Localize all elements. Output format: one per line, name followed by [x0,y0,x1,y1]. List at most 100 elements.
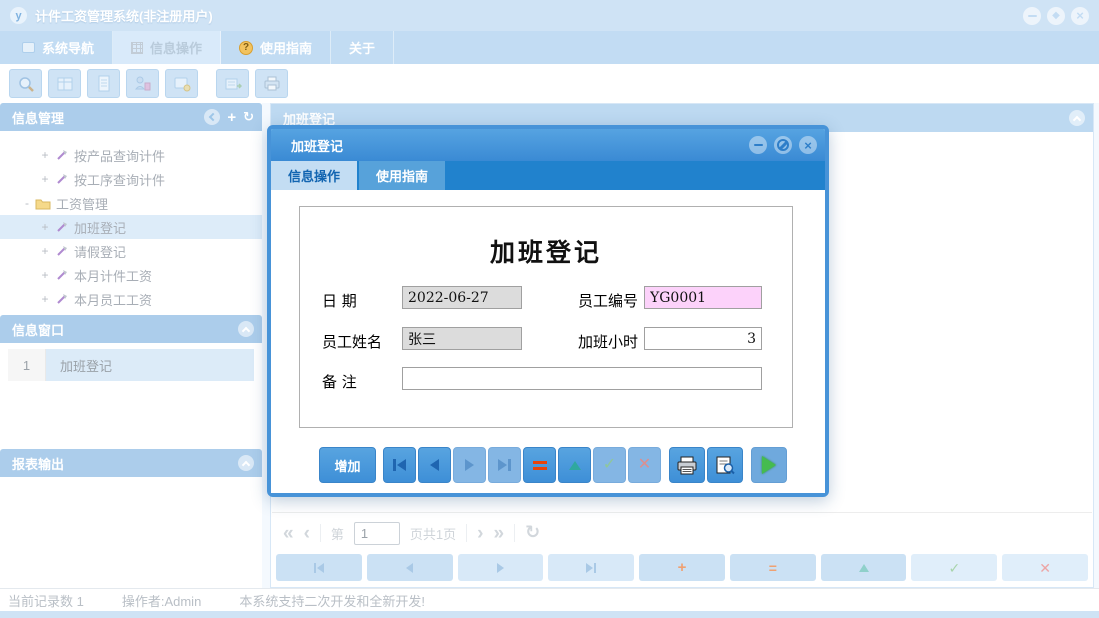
tab-user-guide[interactable]: ? 使用指南 [221,31,331,64]
info-window-row[interactable]: 1 加班登记 [8,349,254,381]
last-icon [586,563,593,573]
play-icon [762,456,776,474]
tab-system-nav[interactable]: 系统导航 [4,31,113,64]
next-icon [497,563,504,573]
expand-icon[interactable]: + [38,148,52,162]
collapse-up-button[interactable] [1069,110,1085,126]
cancel-record-button[interactable]: ✕ [1002,554,1088,581]
close-button[interactable]: × [1071,7,1089,25]
cancel-button[interactable]: ✕ [628,447,661,483]
overtime-hours-field[interactable] [644,327,762,350]
row-label: 加班登记 [46,349,254,381]
collapse-up-button[interactable] [238,455,254,471]
prev-record-button[interactable] [418,447,451,483]
dialog-tab-user-guide[interactable]: 使用指南 [359,161,445,190]
tree-item-label: 按工序查询计件 [74,170,165,189]
last-record-button[interactable] [488,447,521,483]
expand-icon[interactable]: + [38,244,52,258]
report-button[interactable] [87,69,120,98]
collapse-icon[interactable]: - [20,196,34,210]
expand-icon[interactable]: + [38,172,52,186]
note-field[interactable] [402,367,762,390]
cross-icon: ✕ [1039,561,1051,575]
prev-record-button[interactable] [367,554,453,581]
nav-tree: + 按产品查询计件 + 按工序查询计件 - 工资管理 + 加班登记 + [0,131,262,315]
tool-icon [52,220,70,234]
help-icon: ? [239,41,253,55]
dialog-title: 加班登记 [291,136,343,155]
first-record-button[interactable] [276,554,362,581]
print-preview-button[interactable] [707,447,743,483]
dialog-tab-info-operate[interactable]: 信息操作 [271,161,357,190]
tree-item-label: 本月计件工资 [74,266,152,285]
tool-icon [52,172,70,186]
date-field[interactable] [402,286,522,309]
sidebar: 信息管理 + ↻ + 按产品查询计件 + 按工序查询计件 - 工资管理 [0,103,262,588]
tree-item-piece-by-product[interactable]: + 按产品查询计件 [0,143,262,167]
tree-item-piece-by-process[interactable]: + 按工序查询计件 [0,167,262,191]
next-record-button[interactable] [453,447,486,483]
export-button[interactable] [216,69,249,98]
edit-record-button[interactable] [821,554,907,581]
dialog-restore-button[interactable] [774,136,792,154]
printer-button[interactable] [255,69,288,98]
tab-info-operate[interactable]: 信息操作 [113,31,221,64]
first-page-button[interactable]: « [283,524,294,543]
next-record-button[interactable] [458,554,544,581]
table-view-button[interactable] [48,69,81,98]
window-titlebar: y 计件工资管理系统(非注册用户) ◆ × [0,0,1099,31]
info-window-list: 1 加班登记 [0,343,262,449]
first-record-button[interactable] [383,447,416,483]
refresh-tree-button[interactable]: ↻ [243,111,254,124]
last-record-button[interactable] [548,554,634,581]
tab-about[interactable]: 关于 [331,31,394,64]
tree-folder-wage-manage[interactable]: - 工资管理 [0,191,262,215]
confirm-record-button[interactable]: ✓ [911,554,997,581]
app-logo-icon: y [10,7,27,24]
tab-label: 系统导航 [42,38,94,57]
dialog-close-button[interactable]: × [799,136,817,154]
employee-id-field[interactable] [644,286,762,309]
expand-icon[interactable]: + [38,268,52,282]
add-node-button[interactable]: + [227,110,236,125]
form-title: 加班登记 [300,233,792,269]
add-record-button[interactable]: + [639,554,725,581]
window-icon [173,76,191,92]
tree-item-overtime-register[interactable]: + 加班登记 [0,215,262,239]
confirm-button[interactable]: ✓ [593,447,626,483]
page-number-input[interactable] [354,522,400,545]
delete-record-button[interactable] [523,447,556,483]
tree-item-month-employee-wage[interactable]: + 本月员工工资 [0,287,262,311]
print-button[interactable] [669,447,705,483]
minimize-button[interactable] [1023,7,1041,25]
refresh-button[interactable]: ↻ [525,524,540,542]
maximize-icon: ◆ [1052,11,1060,21]
expand-icon[interactable]: + [38,220,52,234]
prev-page-button[interactable]: ‹ [304,524,310,543]
employee-name-field[interactable] [402,327,522,350]
expand-icon[interactable]: + [38,292,52,306]
divider [272,512,1092,513]
users-button[interactable] [126,69,159,98]
last-page-button[interactable]: » [493,524,504,543]
record-toolbar: + = ✓ ✕ [276,554,1088,581]
next-page-button[interactable]: › [477,524,483,543]
tree-item-month-piece-wage[interactable]: + 本月计件工资 [0,263,262,287]
collapse-left-button[interactable] [204,109,220,125]
run-button[interactable] [751,447,787,483]
edit-record-button[interactable] [558,447,591,483]
dialog-minimize-button[interactable] [749,136,767,154]
collapse-up-button[interactable] [238,321,254,337]
search-button[interactable] [9,69,42,98]
edit-icon [859,564,869,572]
close-icon: × [1076,9,1084,22]
window-controls: ◆ × [1023,7,1089,25]
last-icon [498,459,507,471]
maximize-button[interactable]: ◆ [1047,7,1065,25]
add-button[interactable]: 增加 [319,447,376,483]
delete-record-button[interactable]: = [730,554,816,581]
window-button[interactable] [165,69,198,98]
cross-icon: ✕ [638,457,651,473]
divider [466,524,467,542]
tree-item-leave-register[interactable]: + 请假登记 [0,239,262,263]
